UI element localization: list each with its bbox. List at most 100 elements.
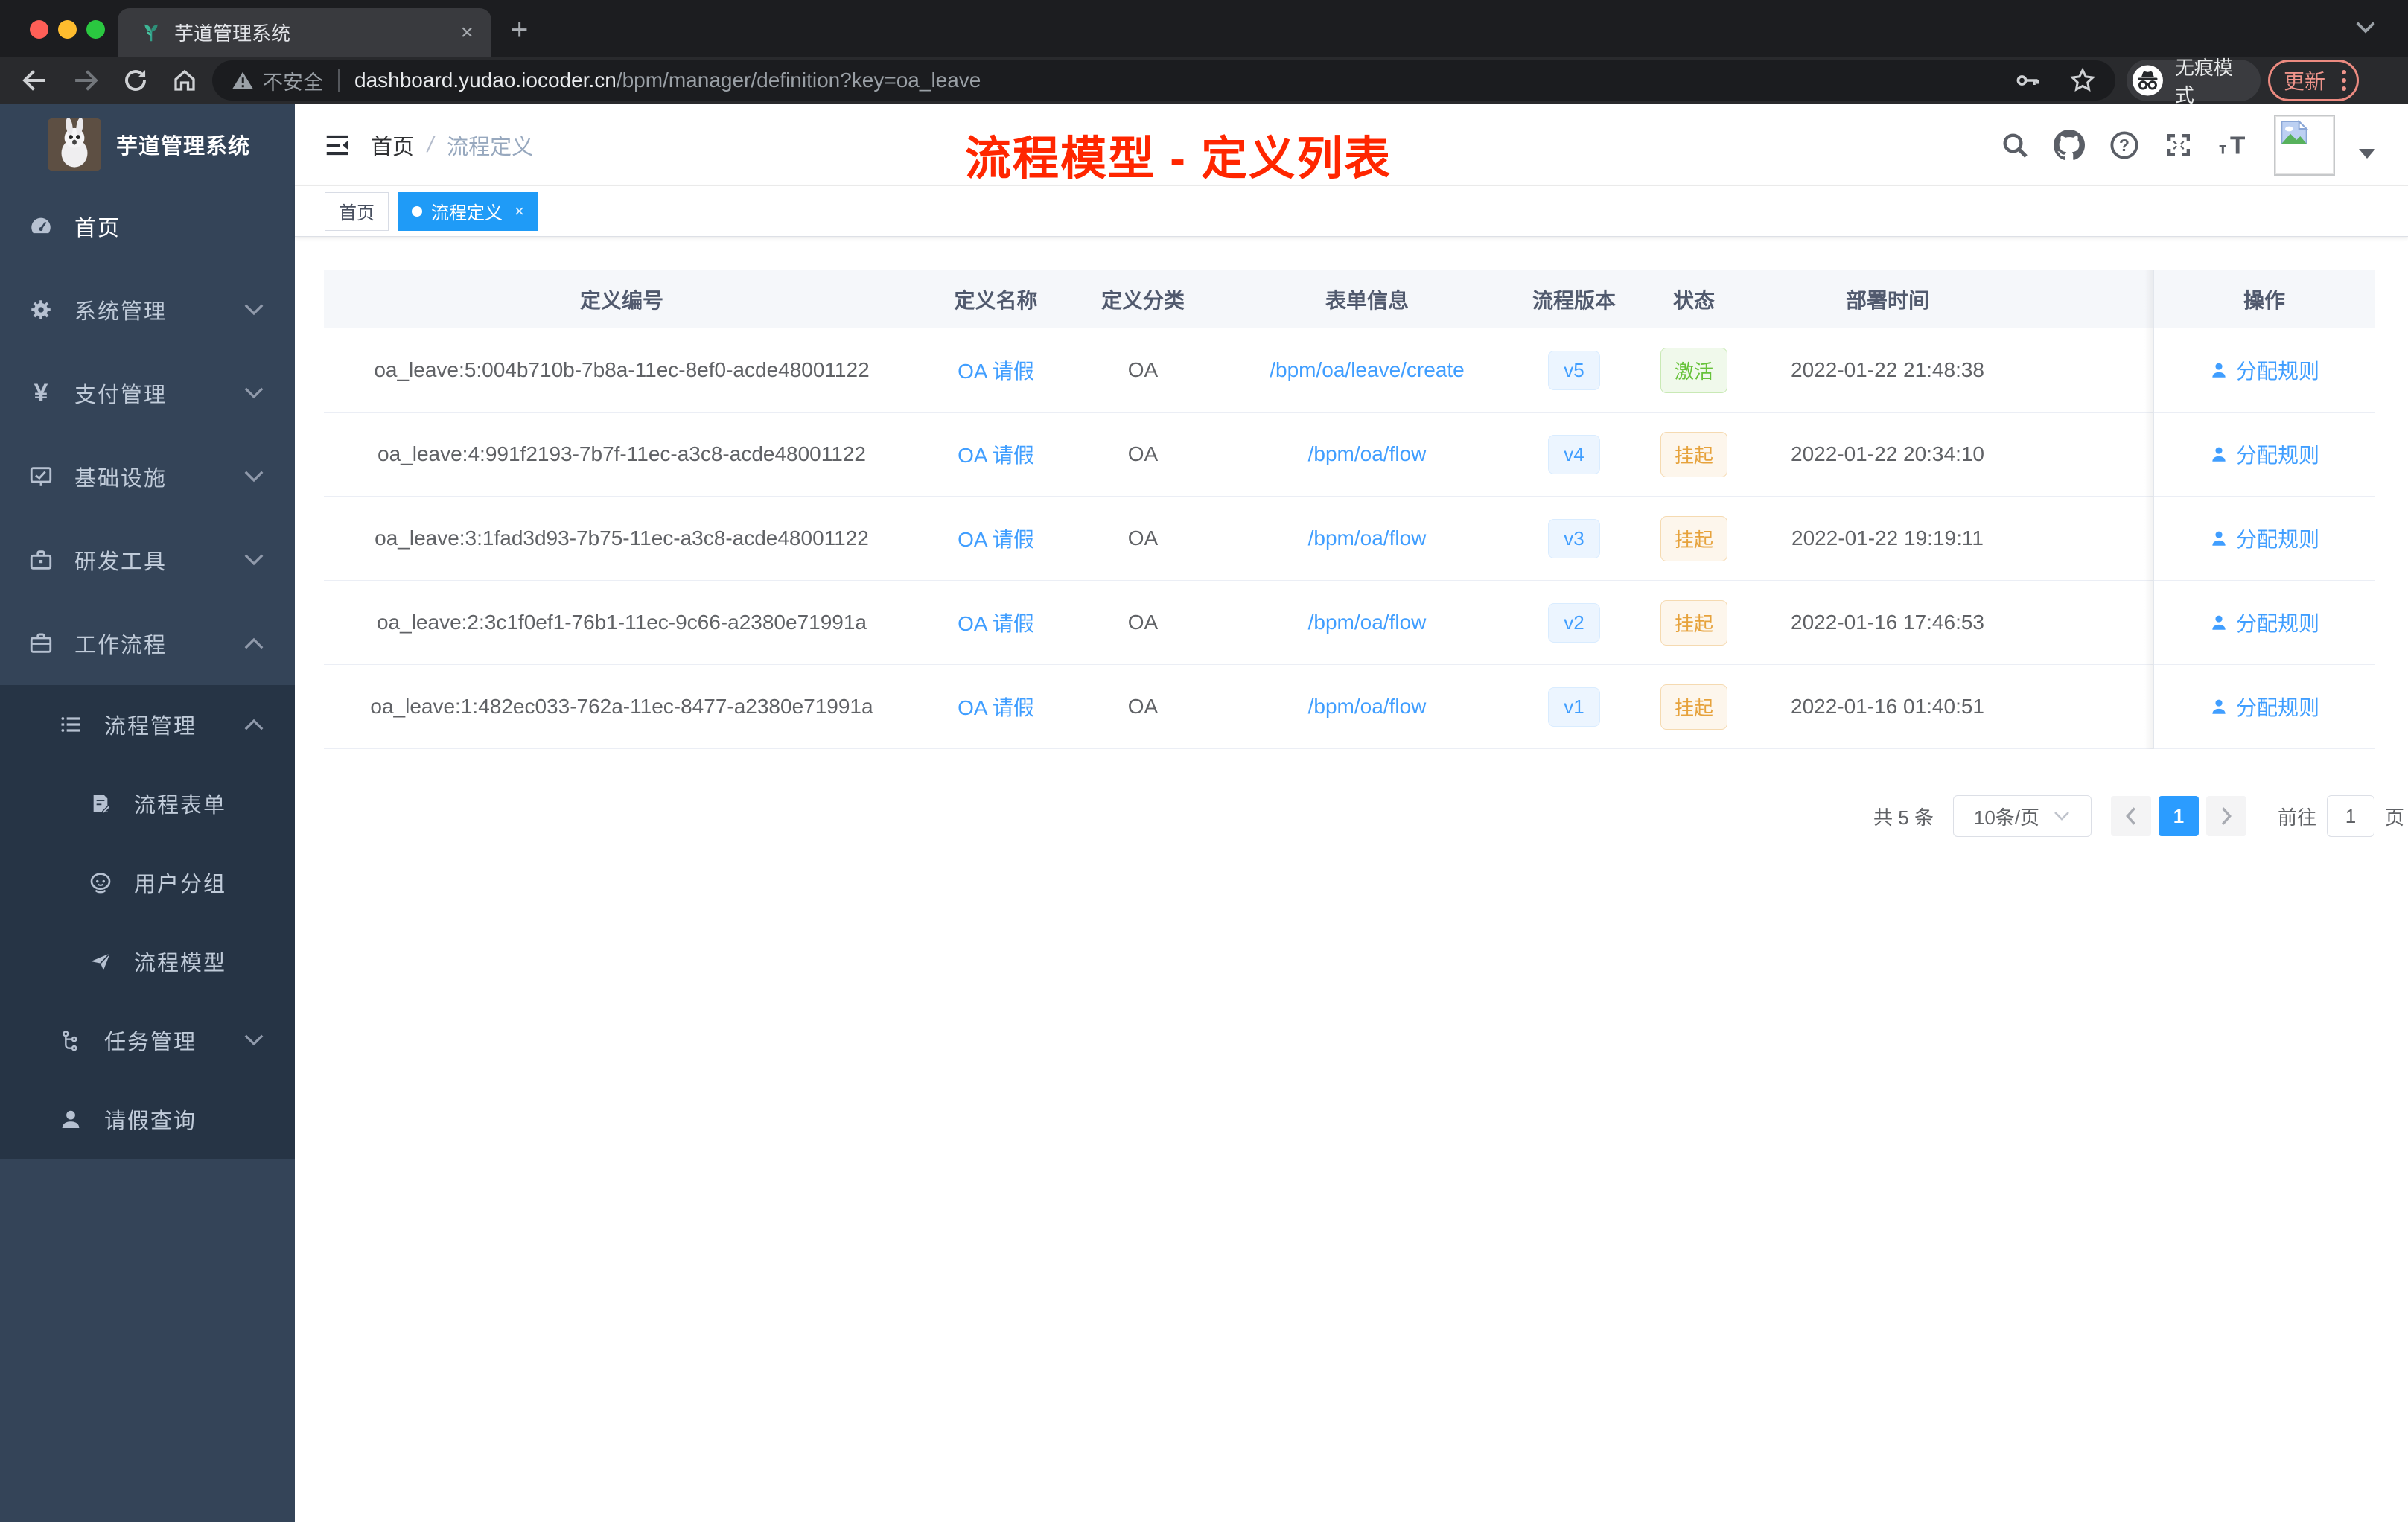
update-browser-button[interactable]: 更新: [2268, 60, 2359, 101]
sidebar-item-payment[interactable]: ¥ 支付管理: [0, 351, 295, 435]
password-key-icon[interactable]: [2014, 68, 2041, 93]
sidebar-item-leave-query[interactable]: 请假查询: [0, 1080, 295, 1159]
sidebar-item-infra[interactable]: 基础设施: [0, 435, 295, 518]
user-avatar-placeholder[interactable]: [2274, 115, 2335, 176]
navbar-actions: ? т T: [2000, 104, 2375, 186]
close-window-button[interactable]: [30, 20, 48, 39]
bookmark-star-icon[interactable]: [2069, 67, 2096, 94]
sidebar-item-process-mgmt[interactable]: 流程管理: [0, 685, 295, 764]
definition-table: 定义编号 定义名称 定义分类 表单信息 流程版本 状态 部署时间 操作 oa_l…: [324, 270, 2375, 749]
sidebar-fold-icon[interactable]: [323, 131, 351, 159]
browser-tab[interactable]: 芋道管理系统 ×: [118, 8, 491, 57]
page-size-select[interactable]: 10条/页: [1952, 795, 2092, 837]
breadcrumb-home[interactable]: 首页: [371, 130, 414, 161]
sidebar-item-devtools[interactable]: 研发工具: [0, 518, 295, 602]
sidebar-item-workflow[interactable]: 工作流程: [0, 602, 295, 685]
address-bar[interactable]: 不安全 dashboard.yudao.iocoder.cn/bpm/manag…: [212, 60, 2115, 101]
sidebar-logo[interactable]: 芋道管理系统: [0, 104, 295, 185]
sidebar-item-user-group[interactable]: 用户分组: [0, 843, 295, 922]
version-badge: v4: [1548, 434, 1600, 474]
tag-home[interactable]: 首页: [325, 191, 389, 231]
deploy-time: 2022-01-22 19:19:11: [1791, 526, 1984, 550]
fullscreen-icon[interactable]: [2164, 130, 2194, 160]
browser-toolbar: 不安全 dashboard.yudao.iocoder.cn/bpm/manag…: [0, 57, 2408, 106]
status-badge: 挂起: [1660, 599, 1727, 646]
sidebar-item-process-form[interactable]: 流程表单: [0, 764, 295, 843]
next-page-button[interactable]: [2205, 796, 2246, 836]
assign-rule-link[interactable]: 分配规则: [2209, 355, 2319, 385]
page-annotation-title: 流程模型 - 定义列表: [965, 133, 1392, 185]
goto-page-input[interactable]: 1: [2326, 795, 2374, 837]
table-row: oa_leave:4:991f2193-7b7f-11ec-a3c8-acde4…: [324, 413, 2375, 497]
sidebar-item-task-mgmt[interactable]: 任务管理: [0, 1001, 295, 1080]
minimize-window-button[interactable]: [58, 20, 77, 39]
user-icon: [2212, 531, 2226, 546]
incognito-label: 无痕模式: [2174, 57, 2233, 106]
assign-rule-link[interactable]: 分配规则: [2209, 523, 2319, 553]
version-badge: v1: [1548, 687, 1600, 727]
window-controls[interactable]: [30, 20, 105, 39]
assign-rule-link[interactable]: 分配规则: [2209, 692, 2319, 722]
definition-id: oa_leave:2:3c1f0ef1-76b1-11ec-9c66-a2380…: [376, 611, 867, 634]
sidebar-item-system[interactable]: 系统管理: [0, 268, 295, 351]
url-host: dashboard.yudao.iocoder.cn: [354, 69, 617, 92]
tag-label: 首页: [339, 203, 375, 223]
version-badge: v3: [1548, 518, 1600, 558]
status-badge: 挂起: [1660, 515, 1727, 561]
form-link[interactable]: /bpm/oa/leave/create: [1270, 358, 1465, 381]
zoom-window-button[interactable]: [86, 20, 105, 39]
chevron-down-icon: [244, 471, 264, 483]
browser-chrome: 芋道管理系统 × + 不安全 dashboard.yudao.iocoder.c…: [0, 0, 2408, 106]
prev-page-button[interactable]: [2110, 796, 2151, 836]
forward-icon[interactable]: [71, 68, 100, 93]
tab-close-icon[interactable]: ×: [460, 21, 474, 44]
definition-name-link[interactable]: OA 请假: [958, 612, 1034, 635]
col-header-deploy-time: 部署时间: [1845, 288, 1929, 312]
back-icon[interactable]: [21, 68, 49, 93]
form-link[interactable]: /bpm/oa/flow: [1308, 611, 1427, 634]
search-icon[interactable]: [2000, 130, 2030, 160]
tag-process-definition[interactable]: 流程定义 ×: [398, 191, 538, 231]
table-row: oa_leave:3:1fad3d93-7b75-11ec-a3c8-acde4…: [324, 497, 2375, 581]
definition-name-link[interactable]: OA 请假: [958, 360, 1034, 383]
reload-icon[interactable]: [122, 67, 149, 94]
robot-icon: [90, 873, 111, 894]
assign-rule-link[interactable]: 分配规则: [2209, 608, 2319, 637]
definition-category: OA: [1127, 358, 1159, 381]
browser-menu-icon[interactable]: [2342, 70, 2346, 91]
assign-rule-link[interactable]: 分配规则: [2209, 439, 2319, 469]
help-icon[interactable]: ?: [2109, 130, 2140, 161]
fixed-column-divider: [2153, 270, 2154, 749]
sidebar-item-process-model[interactable]: 流程模型: [0, 922, 295, 1001]
user-icon: [2212, 615, 2226, 630]
deploy-time: 2022-01-22 21:48:38: [1791, 358, 1984, 381]
home-icon[interactable]: [171, 67, 198, 94]
not-secure-label[interactable]: 不安全: [263, 66, 323, 95]
form-link[interactable]: /bpm/oa/flow: [1308, 695, 1427, 718]
update-label[interactable]: 更新: [2284, 66, 2325, 95]
assign-rule-label: 分配规则: [2235, 528, 2319, 551]
page-number-button[interactable]: 1: [2158, 796, 2199, 836]
form-link[interactable]: /bpm/oa/flow: [1308, 526, 1427, 550]
user-icon: [2212, 363, 2226, 378]
tab-search-chevron-icon[interactable]: [2354, 19, 2377, 36]
definition-name-link[interactable]: OA 请假: [958, 444, 1034, 467]
user-icon: [62, 1110, 80, 1128]
tag-close-icon[interactable]: ×: [515, 202, 524, 221]
table-header-row: 定义编号 定义名称 定义分类 表单信息 流程版本 状态 部署时间 操作: [324, 270, 2375, 328]
sidebar-item-home[interactable]: 首页: [0, 185, 295, 268]
active-dot-icon: [412, 206, 422, 217]
definition-name-link[interactable]: OA 请假: [958, 528, 1034, 551]
new-tab-button[interactable]: +: [511, 15, 528, 45]
col-header-actions: 操作: [2243, 288, 2285, 312]
omnibox-divider: [338, 69, 340, 92]
font-size-icon[interactable]: т T: [2217, 130, 2250, 160]
github-icon[interactable]: [2054, 130, 2085, 161]
favicon-sprout-icon: [144, 24, 158, 41]
definition-name-link[interactable]: OA 请假: [958, 696, 1034, 719]
form-link[interactable]: /bpm/oa/flow: [1308, 442, 1427, 465]
send-icon: [91, 952, 111, 970]
definition-category: OA: [1127, 526, 1159, 550]
not-secure-warning-icon: [232, 71, 253, 89]
avatar-caret-icon[interactable]: [2359, 148, 2375, 159]
